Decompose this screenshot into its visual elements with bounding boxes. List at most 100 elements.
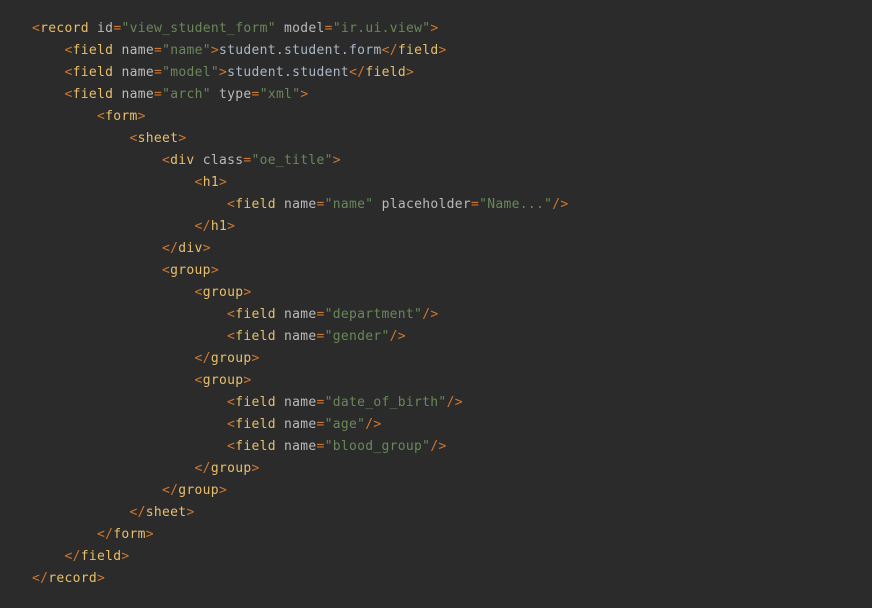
code-line[interactable]: <field name="date_of_birth"/> <box>32 392 872 414</box>
code-line[interactable]: </group> <box>32 458 872 480</box>
xml-punct: > <box>211 43 219 58</box>
xml-punct: = <box>154 43 162 58</box>
xml-punct: < <box>162 153 170 168</box>
xml-text: student.student.form <box>219 43 382 58</box>
string-quote: " <box>325 197 333 212</box>
xml-tag: h1 <box>211 219 227 234</box>
xml-string: arch <box>170 87 203 102</box>
xml-punct: > <box>333 153 341 168</box>
string-quote: " <box>333 21 341 36</box>
xml-punct: < <box>32 21 40 36</box>
code-line[interactable]: <group> <box>32 282 872 304</box>
xml-string: ir.ui.view <box>341 21 422 36</box>
xml-punct: </ <box>382 43 398 58</box>
xml-tag: group <box>211 351 252 366</box>
code-line[interactable]: <field name="arch" type="xml"> <box>32 84 872 106</box>
string-quote: " <box>121 21 129 36</box>
xml-punct: = <box>316 329 324 344</box>
xml-tag: group <box>203 285 244 300</box>
code-line[interactable]: <field name="model">student.student</fie… <box>32 62 872 84</box>
xml-string: oe_title <box>260 153 325 168</box>
xml-punct: = <box>252 87 260 102</box>
code-line[interactable]: </field> <box>32 546 872 568</box>
xml-tag: field <box>73 43 114 58</box>
xml-punct: < <box>195 373 203 388</box>
code-line[interactable]: </group> <box>32 348 872 370</box>
code-line[interactable]: </div> <box>32 238 872 260</box>
string-quote: " <box>382 329 390 344</box>
xml-tag: group <box>178 483 219 498</box>
code-line[interactable]: <record id="view_student_form" model="ir… <box>32 18 872 40</box>
code-line[interactable]: <field name="gender"/> <box>32 326 872 348</box>
string-quote: " <box>325 395 333 410</box>
code-line[interactable]: <h1> <box>32 172 872 194</box>
code-line[interactable]: <form> <box>32 106 872 128</box>
code-line[interactable]: </sheet> <box>32 502 872 524</box>
xml-punct: > <box>219 65 227 80</box>
xml-punct: < <box>65 43 73 58</box>
code-line[interactable]: <sheet> <box>32 128 872 150</box>
xml-punct: > <box>430 21 438 36</box>
xml-punct: < <box>227 417 235 432</box>
string-quote: " <box>325 307 333 322</box>
code-line[interactable]: <field name="department"/> <box>32 304 872 326</box>
xml-punct: </ <box>195 219 211 234</box>
xml-punct: < <box>97 109 105 124</box>
xml-string: xml <box>268 87 292 102</box>
xml-tag: sheet <box>146 505 187 520</box>
code-line[interactable]: <field name="age"/> <box>32 414 872 436</box>
xml-tag: group <box>211 461 252 476</box>
xml-punct: > <box>97 571 105 586</box>
code-line[interactable]: <field name="name">student.student.form<… <box>32 40 872 62</box>
xml-attr: placeholder <box>382 197 471 212</box>
xml-punct: < <box>65 65 73 80</box>
xml-punct: < <box>65 87 73 102</box>
xml-punct: > <box>178 131 186 146</box>
xml-punct: > <box>406 65 414 80</box>
code-line[interactable]: <group> <box>32 260 872 282</box>
string-quote: " <box>365 197 373 212</box>
xml-punct: > <box>211 263 219 278</box>
code-line[interactable]: </group> <box>32 480 872 502</box>
xml-tag: group <box>203 373 244 388</box>
string-quote: " <box>203 87 211 102</box>
xml-tag: form <box>113 527 146 542</box>
xml-attr: type <box>219 87 252 102</box>
xml-punct: < <box>195 285 203 300</box>
xml-string: Name... <box>487 197 544 212</box>
code-editor-content[interactable]: <record id="view_student_form" model="ir… <box>0 0 872 608</box>
xml-punct: > <box>251 351 259 366</box>
xml-punct: = <box>154 87 162 102</box>
code-line[interactable]: </record> <box>32 568 872 590</box>
code-line[interactable]: <group> <box>32 370 872 392</box>
xml-tag: field <box>235 439 276 454</box>
string-quote: " <box>414 307 422 322</box>
xml-string: date_of_birth <box>333 395 439 410</box>
xml-punct: /> <box>430 439 446 454</box>
xml-tag: field <box>235 417 276 432</box>
xml-punct: > <box>121 549 129 564</box>
xml-punct: = <box>316 197 324 212</box>
xml-punct: = <box>316 395 324 410</box>
string-quote: " <box>162 65 170 80</box>
xml-string: department <box>333 307 414 322</box>
code-line[interactable]: <field name="blood_group"/> <box>32 436 872 458</box>
code-line[interactable]: </h1> <box>32 216 872 238</box>
xml-tag: field <box>235 197 276 212</box>
xml-punct: < <box>227 439 235 454</box>
xml-tag: div <box>178 241 202 256</box>
xml-punct: = <box>316 439 324 454</box>
code-line[interactable]: <div class="oe_title"> <box>32 150 872 172</box>
xml-string: age <box>333 417 357 432</box>
xml-punct: > <box>219 175 227 190</box>
string-quote: " <box>325 439 333 454</box>
string-quote: " <box>268 21 276 36</box>
xml-punct: = <box>154 65 162 80</box>
xml-attr: class <box>203 153 244 168</box>
xml-attr: name <box>284 307 317 322</box>
xml-tag: div <box>170 153 194 168</box>
code-line[interactable]: <field name="name" placeholder="Name..."… <box>32 194 872 216</box>
code-line[interactable]: </form> <box>32 524 872 546</box>
xml-tag: field <box>73 87 114 102</box>
string-quote: " <box>325 153 333 168</box>
